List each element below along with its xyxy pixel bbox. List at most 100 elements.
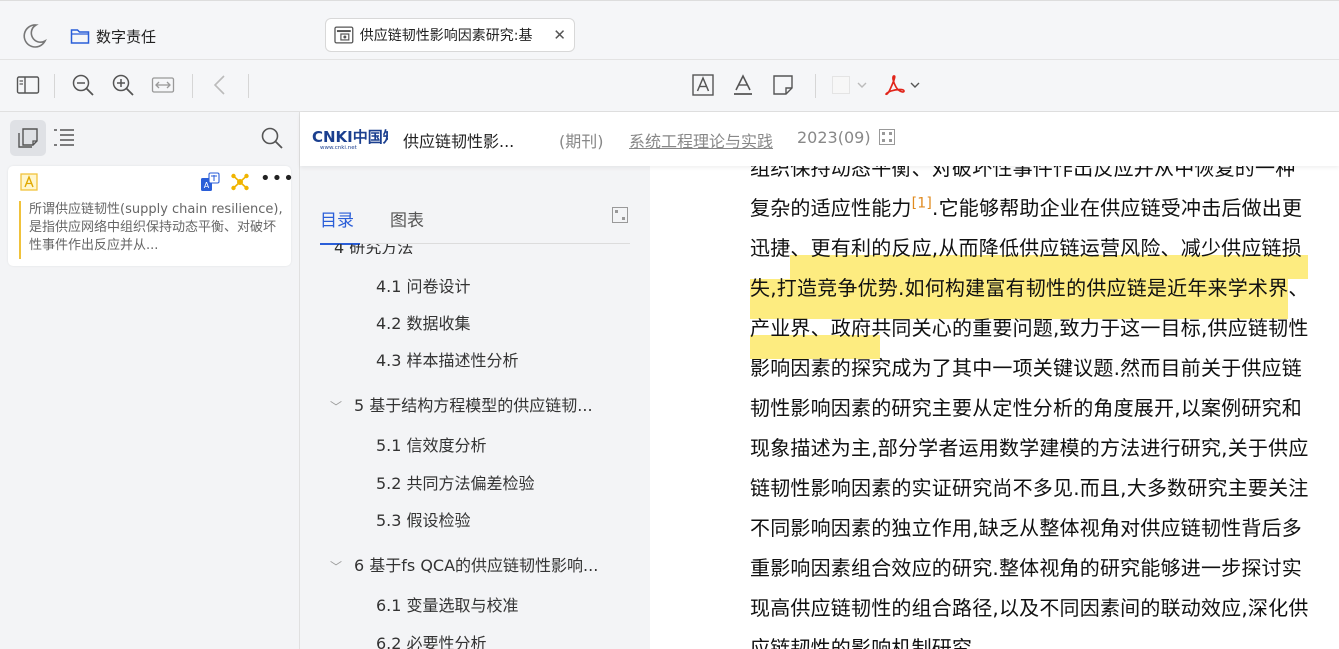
page-text-segment: .它能够帮助企业在供应链受冲击后做出更 [932,196,1303,220]
text-underline-a-icon [734,74,752,95]
toc-item[interactable]: 4.3 样本描述性分析 [376,347,519,371]
toolbar [0,60,1339,112]
toolbar-divider [248,74,249,98]
toc-item-label: 6.1 变量选取与校准 [376,596,519,615]
pdf-page: 组织保持动态平衡、对破坏性事件作出反应并从中恢复的一种复杂的适应性能力[1].它… [650,166,1339,649]
zoom-out-button[interactable] [70,72,96,98]
cnki-logo: CNKI中国知网 www.cnki.net [312,128,388,151]
color-swatch [832,76,850,94]
page-text-line: 现象描述为主,部分学者运用数学建模的方法进行研究,关于供应 [750,436,1309,460]
page-text-line: 失,打造竞争优势.如何构建富有韧性的供应链是近年来学术界、 [750,276,1309,300]
toc-item-partial[interactable]: 4 研究方法 [334,244,413,254]
page-text-line: 现高供应链韧性的组合路径,以及不同因素间的联动效应,深化供 [750,596,1309,620]
chevron-down-icon [857,82,867,88]
toc-item-label: 5.1 信效度分析 [376,436,487,455]
ai-assistant-icon[interactable] [230,172,250,192]
cnki-logo-text: CNKI中国知网 [312,128,388,146]
journal-issue: 2023(09) [797,128,871,147]
zoom-out-icon [72,74,94,96]
list-icon [54,129,74,146]
toc-item-label: 4.2 数据收集 [376,314,471,333]
highlight-a-icon [20,173,38,191]
folder-tab[interactable]: 数字责任 [70,25,156,47]
document-tab-icon [334,26,354,44]
toc-item[interactable]: 6.1 变量选取与校准 [376,592,519,616]
page-text-line: 应链韧性的影响机制研究. [750,636,979,649]
zoom-in-icon [112,74,134,96]
sidebar-search-button[interactable] [258,124,286,152]
color-picker-button[interactable] [828,72,872,98]
toc-item[interactable]: 4.2 数据收集 [376,310,471,334]
page-text-line: 组织保持动态平衡、对破坏性事件作出反应并从中恢复的一种 [750,166,1296,180]
moon-icon[interactable] [20,22,48,50]
page-text-line: 韧性影响因素的研究主要从定性分析的角度展开,以案例研究和 [750,396,1302,420]
acrobat-icon [885,75,905,96]
toc-item[interactable]: 5.3 假设检验 [376,507,471,531]
toc-item[interactable]: ﹀ 6 基于fs QCA的供应链韧性影响... [330,552,598,576]
annotation-card[interactable]: A ••• 所谓供应链韧性(supply chain resilience),是… [8,166,294,266]
toolbar-divider [54,74,55,98]
page-text-segment: 复杂的适应性能力 [750,196,912,220]
document-title: 供应链韧性影... [403,132,515,151]
back-button[interactable] [207,72,233,98]
document-tab-label: 供应链韧性影响因素研究:基 [359,28,533,44]
toggle-sidebar-button[interactable] [15,72,41,98]
toolbar-divider [815,74,816,98]
toc-item-label: 5.2 共同方法偏差检验 [376,474,535,493]
qr-code-icon[interactable] [612,207,628,223]
page-text-line: 复杂的适应性能力[1].它能够帮助企业在供应链受冲击后做出更 [750,192,1302,221]
toc-item[interactable]: 6.2 必要性分析 [376,630,487,649]
toc-item-label: 6 基于fs QCA的供应链韧性影响... [354,556,599,575]
underline-text-button[interactable] [730,72,756,98]
zoom-in-button[interactable] [110,72,136,98]
toc-item[interactable]: ﹀ 5 基于结构方程模型的供应链韧... [330,392,593,416]
outline-tab-button[interactable] [50,124,78,152]
search-icon [261,127,283,149]
chevron-down-icon[interactable]: ﹀ [330,558,346,575]
qr-code-icon[interactable] [879,129,895,145]
journal-link[interactable]: 系统工程理论与实践 [629,128,773,152]
citation-link[interactable]: [1] [912,195,932,211]
annotation-icon [18,128,38,148]
page-text-line: 影响因素的探究成为了其中一项关键议题.然而目前关于供应链 [750,356,1302,380]
document-tab[interactable]: 供应链韧性影响因素研究:基 ✕ [325,18,575,52]
toc-item[interactable]: 5.2 共同方法偏差检验 [376,470,535,494]
tab-contents[interactable]: 目录 [320,206,360,245]
text-box-a-icon [692,74,714,96]
highlight-text-button[interactable] [690,72,716,98]
toc-tabs: 目录 图表 [320,206,630,245]
toc-item-label: 6.2 必要性分析 [376,634,487,649]
sticky-note-icon [773,75,793,95]
tab-figures[interactable]: 图表 [390,206,424,231]
acrobat-export-button[interactable] [882,72,922,98]
toc-item[interactable]: 5.1 信效度分析 [376,432,487,456]
more-options-icon[interactable]: ••• [260,168,295,189]
toolbar-divider [192,74,193,98]
sidebar-toggle-icon [16,76,40,94]
toc-item-label: 5 基于结构方程模型的供应链韧... [354,396,593,415]
close-tab-icon[interactable]: ✕ [553,26,566,44]
cnki-logo-url: www.cnki.net [320,145,358,151]
annotation-sidebar: A ••• 所谓供应链韧性(supply chain resilience),是… [0,112,300,649]
table-of-contents-panel: 目录 图表 4 研究方法 4.1 问卷设计 4.2 数据收集 4.3 样本描述性分析… [300,166,650,649]
page-text-line: 迅捷、更有利的反应,从而降低供应链运营风险、减少供应链损 [750,236,1302,260]
page-text-line: 链韧性影响因素的实证研究尚不多见.而且,大多数研究主要关注 [750,476,1309,500]
page-text-line: 重影响因素组合效应的研究.整体视角的研究能够进一步探讨实 [750,556,1302,580]
toc-partial-item: 4 研究方法 [300,244,650,254]
note-button[interactable] [770,72,796,98]
page-text-line: 产业界、政府共同关心的重要问题,致力于这一目标,供应链韧性 [750,316,1309,340]
chevron-down-icon[interactable]: ﹀ [330,398,346,415]
chevron-left-icon [213,75,225,95]
toc-item-label: 5.3 假设检验 [376,511,471,530]
toc-item-label: 4.3 样本描述性分析 [376,351,519,370]
translate-icon[interactable]: A [200,172,220,192]
annotations-tab-button[interactable] [10,120,46,156]
toc-item[interactable]: 4.1 问卷设计 [376,273,471,297]
folder-icon [70,29,90,44]
chevron-down-icon [910,82,920,88]
document-kind: (期刊) [559,132,604,151]
folder-tab-label: 数字责任 [96,27,157,46]
document-header: CNKI中国知网 www.cnki.net 供应链韧性影... (期刊) 系统工… [300,112,1339,166]
fit-width-button[interactable] [150,72,176,98]
fit-width-icon [151,77,175,93]
